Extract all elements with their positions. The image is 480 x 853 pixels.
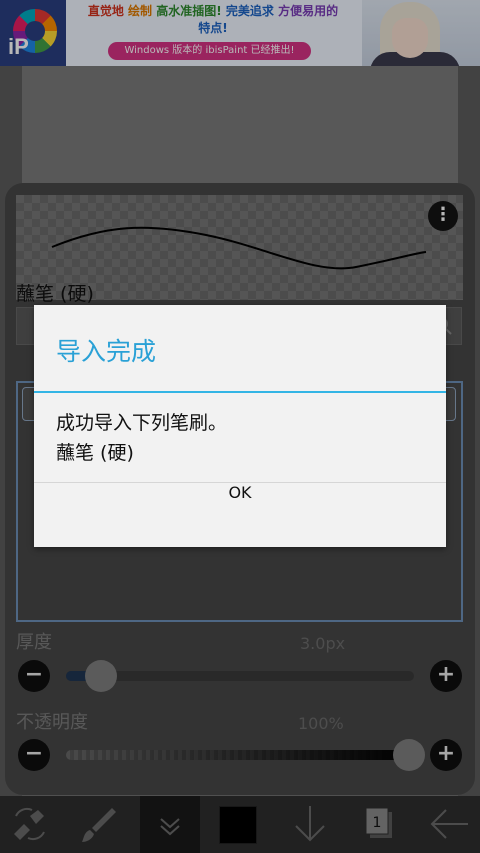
dialog-title-divider: [34, 391, 446, 393]
dialog-message-line2: 蘸笔 (硬): [56, 442, 134, 464]
import-complete-dialog: 导入完成 成功导入下列笔刷。 蘸笔 (硬) OK: [34, 305, 446, 547]
ok-button[interactable]: OK: [34, 483, 446, 547]
dialog-message: 成功导入下列笔刷。 蘸笔 (硬): [56, 408, 426, 468]
dialog-message-line1: 成功导入下列笔刷。: [56, 412, 228, 434]
dialog-title: 导入完成: [56, 337, 157, 366]
